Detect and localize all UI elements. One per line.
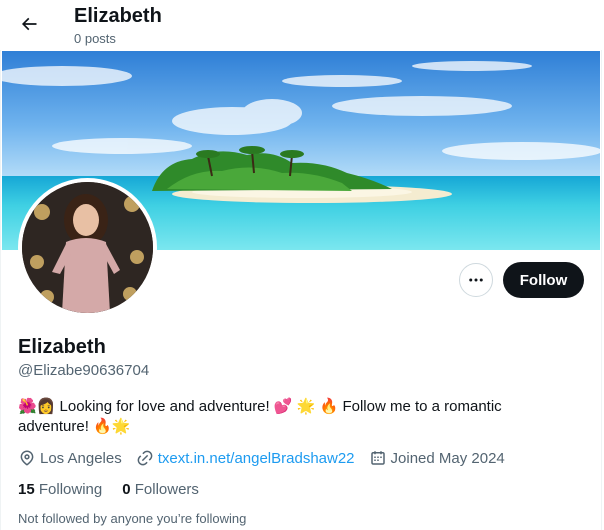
join-date-text: Joined May 2024 [390, 449, 505, 467]
location: Los Angeles [18, 449, 122, 467]
profile-meta: Los Angeles txext.in.net/angelBradshaw22… [18, 449, 519, 467]
star-emoji-2: 🌟 [111, 418, 131, 435]
following-count: 15 [18, 481, 35, 498]
calendar-icon [370, 451, 385, 465]
star-emoji: 🌟 [296, 398, 316, 415]
more-dots-icon [469, 278, 483, 282]
back-button[interactable] [14, 9, 44, 39]
followers-count: 0 [122, 481, 131, 498]
avatar-image [22, 182, 153, 313]
profile-name: Elizabeth [18, 336, 106, 358]
more-options-button[interactable] [459, 263, 493, 297]
flower-emoji: 🌺 [18, 398, 37, 415]
website-link[interactable]: txext.in.net/angelBradshaw22 [158, 450, 355, 467]
website: txext.in.net/angelBradshaw22 [136, 449, 355, 467]
following-stat[interactable]: 15 Following [18, 481, 102, 498]
bio-text-1: Looking for love and adventure! [59, 398, 270, 415]
hearts-emoji: 💕 [273, 398, 293, 415]
location-text: Los Angeles [40, 449, 122, 467]
profile-handle: @Elizabe90636704 [18, 362, 150, 379]
followers-stat[interactable]: 0 Followers [122, 481, 199, 498]
fire-emoji: 🔥 [319, 398, 339, 415]
following-label: Following [38, 481, 103, 498]
avatar[interactable] [18, 178, 157, 317]
girl-emoji: 👩 [36, 398, 56, 415]
location-pin-icon [20, 450, 34, 466]
page-title: Elizabeth [74, 5, 162, 27]
follow-stats: 15 Following 0 Followers [18, 481, 219, 498]
join-date: Joined May 2024 [369, 449, 505, 467]
link-icon [137, 450, 153, 466]
followed-by-note: Not followed by anyone you’re following [18, 511, 247, 526]
arrow-left-icon [21, 17, 37, 31]
profile-bio: 🌺👩 Looking for love and adventure! 💕 🌟 🔥… [18, 397, 558, 437]
post-count: 0 posts [74, 31, 116, 46]
follow-button[interactable]: Follow [503, 262, 584, 298]
top-bar: Elizabeth 0 posts [0, 0, 604, 50]
followers-label: Followers [134, 481, 199, 498]
fire-emoji-2: 🔥 [93, 418, 112, 435]
